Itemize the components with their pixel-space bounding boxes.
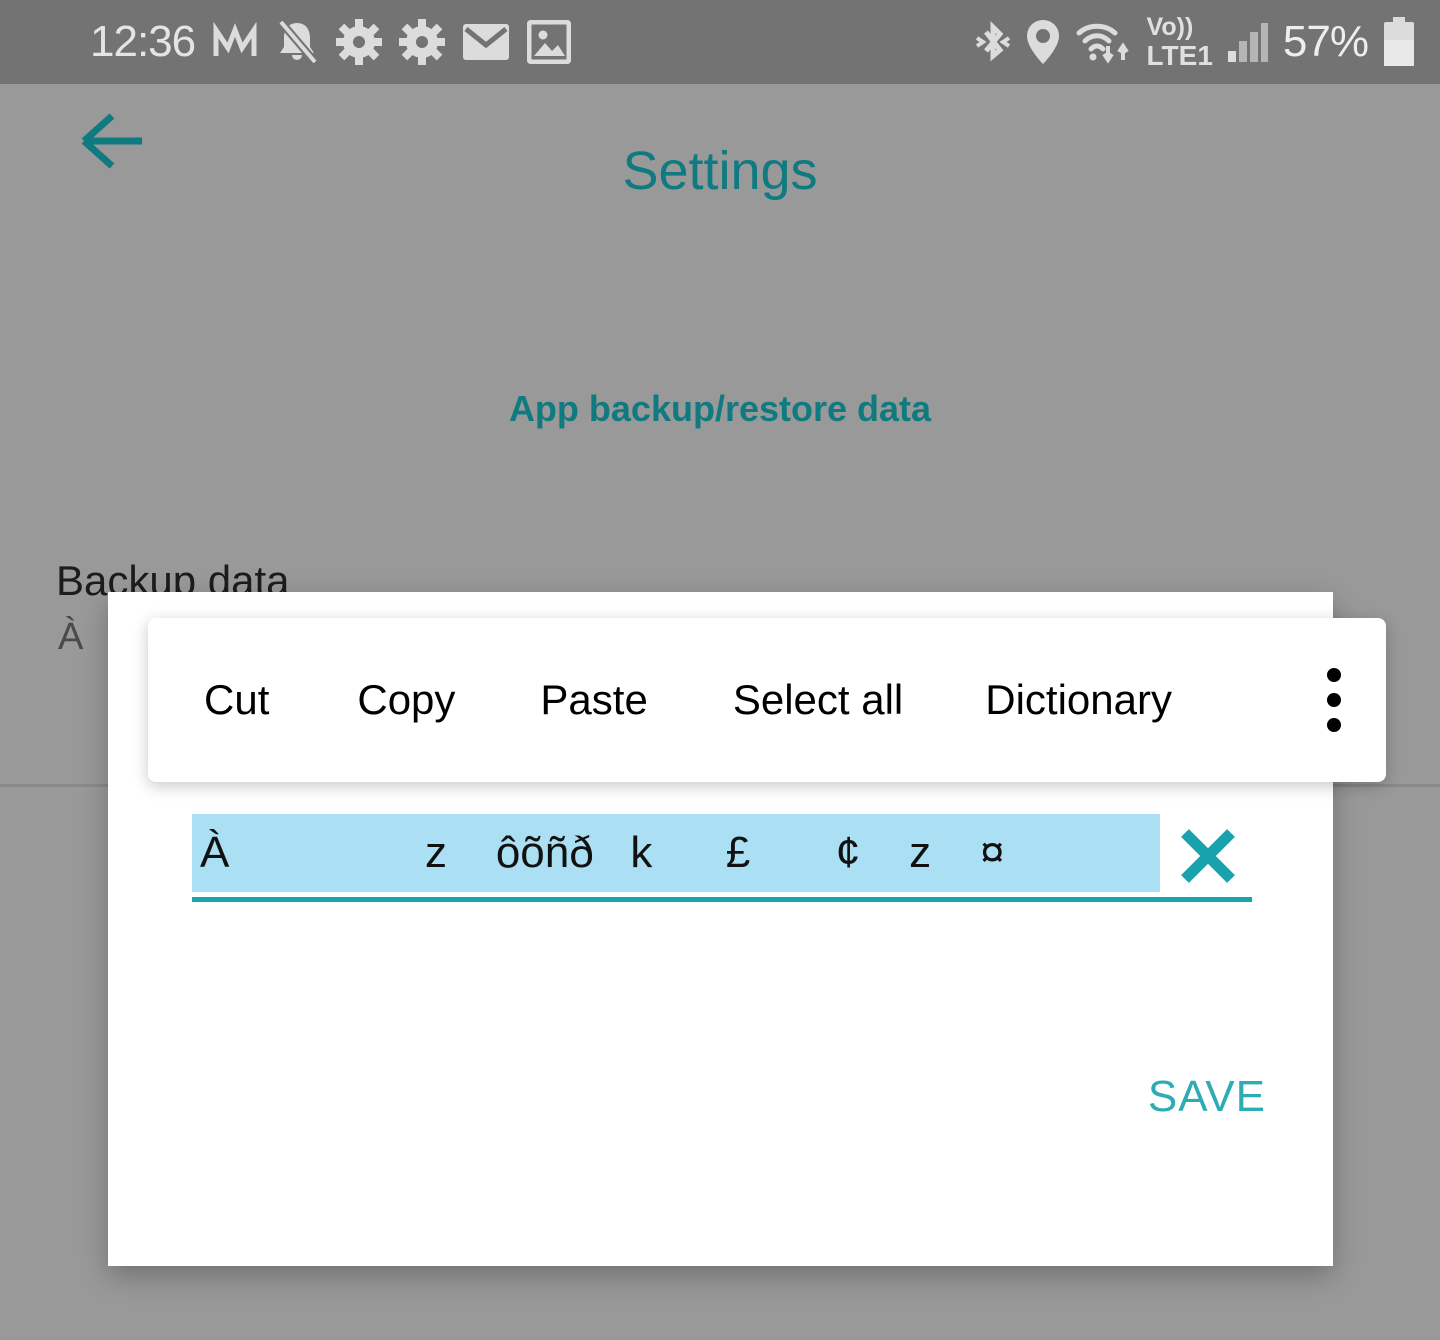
gear-icon bbox=[399, 19, 446, 65]
menu-item-select-all[interactable]: Select all bbox=[733, 676, 903, 724]
status-bar: 12:36 Vo)) LTE1 57% bbox=[0, 0, 1440, 84]
monero-icon bbox=[213, 22, 257, 56]
volte-label-bottom: LTE1 bbox=[1146, 39, 1213, 71]
battery-icon bbox=[1384, 17, 1414, 66]
cellular-signal-icon bbox=[1227, 23, 1268, 62]
save-button[interactable]: SAVE bbox=[1126, 1067, 1266, 1127]
app-bar: Settings bbox=[0, 84, 1440, 201]
clear-input-button[interactable] bbox=[1172, 820, 1244, 892]
volte-label-top: Vo)) bbox=[1146, 12, 1194, 41]
battery-percent-label: 57% bbox=[1282, 17, 1369, 66]
bluetooth-icon bbox=[975, 20, 1010, 62]
backup-data-input[interactable]: À z ôõñð k £ ¢ z ¤ bbox=[192, 814, 1160, 892]
menu-item-dictionary[interactable]: Dictionary bbox=[985, 676, 1172, 724]
mail-icon bbox=[463, 24, 510, 60]
backup-data-input-value: À z ôõñð k £ ¢ z ¤ bbox=[192, 814, 1160, 892]
image-icon bbox=[527, 20, 572, 64]
more-vertical-icon-dot bbox=[1327, 718, 1341, 732]
status-bar-right-group: Vo)) LTE1 57% bbox=[975, 12, 1416, 71]
more-options-button[interactable] bbox=[1312, 658, 1356, 742]
volte-icon: Vo)) LTE1 bbox=[1146, 12, 1213, 71]
wifi-data-icon bbox=[1076, 23, 1129, 64]
menu-item-paste[interactable]: Paste bbox=[540, 676, 647, 724]
gear-icon bbox=[336, 19, 383, 65]
more-vertical-icon-dot bbox=[1327, 693, 1341, 707]
page-title: Settings bbox=[622, 141, 818, 201]
notifications-muted-icon bbox=[278, 19, 319, 65]
dialog-input-row: À z ôõñð k £ ¢ z ¤ bbox=[192, 814, 1252, 910]
status-bar-left-group: 12:36 bbox=[90, 17, 572, 66]
menu-item-copy[interactable]: Copy bbox=[357, 676, 455, 724]
preference-summary: À bbox=[58, 616, 84, 658]
location-pin-icon bbox=[1026, 20, 1059, 64]
input-underline bbox=[192, 897, 1252, 902]
text-selection-action-menu: Cut Copy Paste Select all Dictionary bbox=[148, 618, 1386, 782]
status-bar-clock: 12:36 bbox=[90, 17, 196, 66]
clear-x-icon bbox=[1181, 829, 1235, 883]
section-title: App backup/restore data bbox=[508, 388, 932, 429]
more-vertical-icon-dot bbox=[1327, 668, 1341, 682]
menu-item-cut[interactable]: Cut bbox=[204, 676, 269, 724]
